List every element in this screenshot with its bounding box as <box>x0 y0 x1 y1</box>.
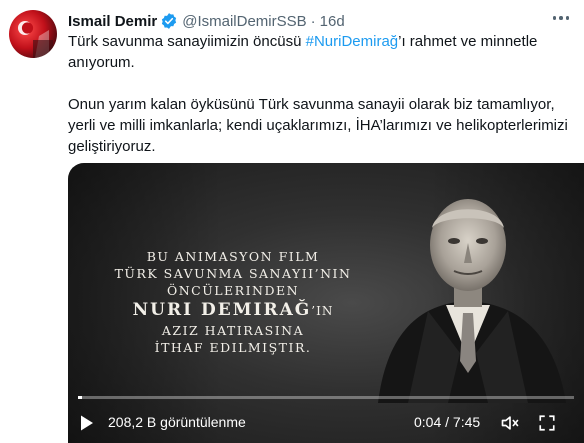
overlay-name-suffix: ’IN <box>311 304 334 318</box>
video-title-overlay: BU ANIMASYON FILM TÜRK SAVUNMA SANAYII’N… <box>103 248 363 356</box>
overlay-name-line: NURI DEMIRAĞ’IN <box>103 299 363 322</box>
author-avatar[interactable] <box>9 10 57 58</box>
hashtag-link[interactable]: #NuriDemirağ <box>306 33 399 50</box>
overlay-line-3: ÖNCÜLERINDEN <box>166 283 300 298</box>
overlay-line-6: İTHAF EDILMIŞTIR. <box>154 340 312 355</box>
video-controls: 208,2 B görüntülenme 0:04 / 7:45 <box>68 411 584 435</box>
fullscreen-icon[interactable] <box>538 414 556 435</box>
tweet-header: Ismail Demir @IsmailDemirSSB · 16d <box>68 10 345 32</box>
verified-badge-icon <box>160 12 178 30</box>
play-icon[interactable] <box>80 415 94 434</box>
portrait-figure <box>378 199 566 403</box>
overlay-line-1: BU ANIMASYON FILM <box>146 249 320 264</box>
more-options-icon[interactable] <box>548 8 574 28</box>
video-player[interactable]: BU ANIMASYON FILM TÜRK SAVUNMA SANAYII’N… <box>68 163 584 443</box>
author-handle[interactable]: @IsmailDemirSSB <box>182 13 306 30</box>
tweet-text: Türk savunma sanayiimizin öncüsü #NuriDe… <box>68 31 568 157</box>
overlay-name: NURI DEMIRAĞ <box>132 300 312 320</box>
video-progress-fill <box>78 396 83 399</box>
video-progress-bar[interactable] <box>78 396 574 399</box>
video-timecode: 0:04 / 7:45 <box>414 414 481 430</box>
overlay-line-2: TÜRK SAVUNMA SANAYII’NIN <box>114 266 352 281</box>
author-name[interactable]: Ismail Demir <box>68 13 157 30</box>
text-before-hashtag: Türk savunma sanayiimizin öncüsü <box>68 33 306 50</box>
muted-speaker-icon[interactable] <box>500 413 520 436</box>
view-count: 208,2 B görüntülenme <box>108 414 246 430</box>
tweet-paragraph-1: Türk savunma sanayiimizin öncüsü #NuriDe… <box>68 31 568 73</box>
overlay-line-5: AZIZ HATIRASINA <box>161 323 305 338</box>
tweet-timestamp[interactable]: 16d <box>320 13 345 30</box>
separator-dot: · <box>310 12 316 30</box>
tweet-paragraph-2: Onun yarım kalan öyküsünü Türk savunma s… <box>68 96 568 155</box>
